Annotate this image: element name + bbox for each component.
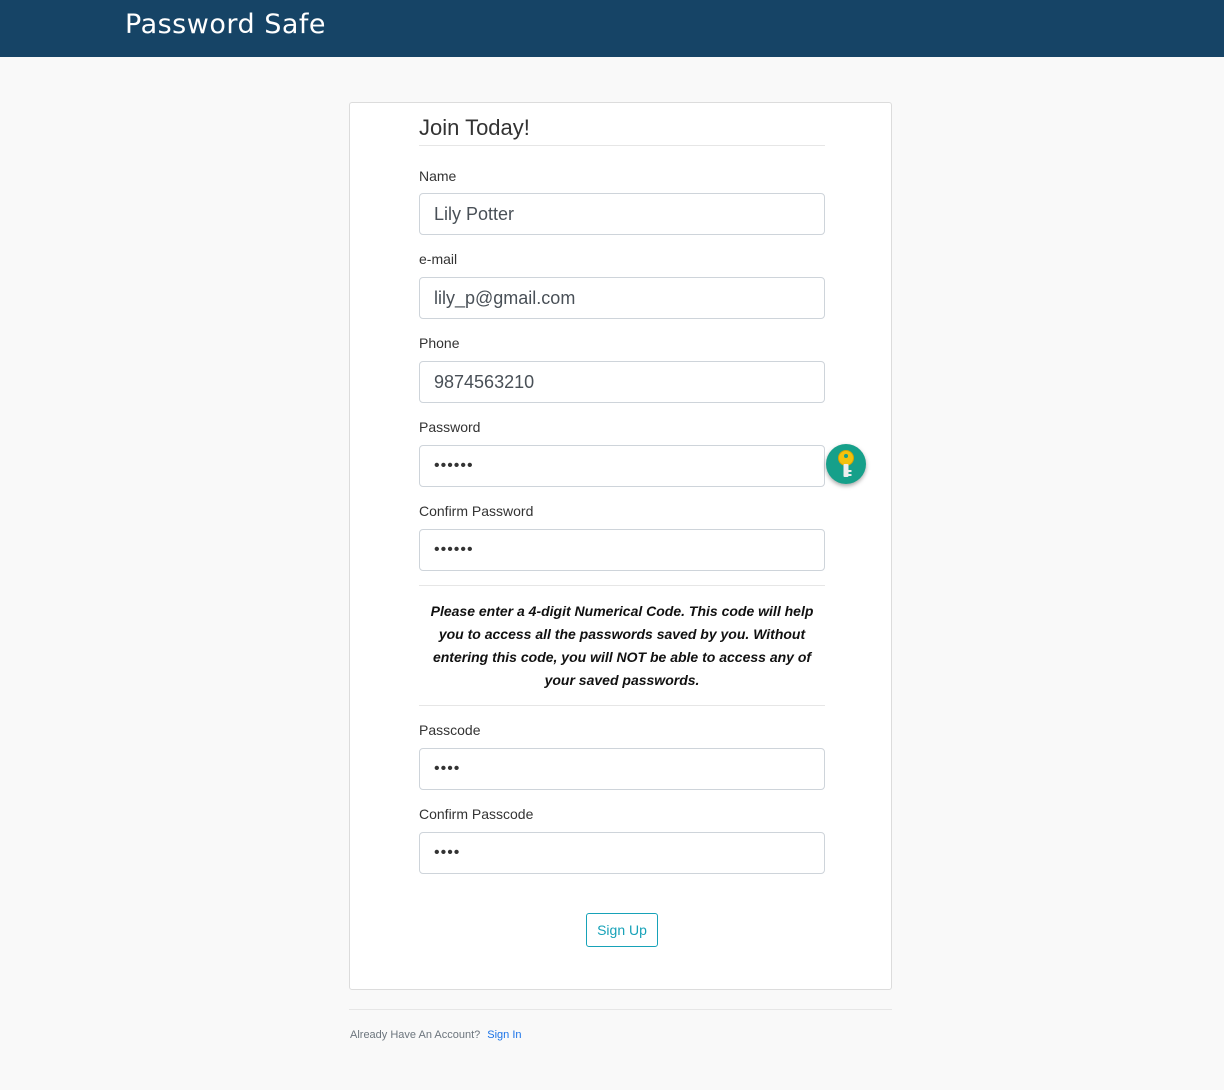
passcode-label: Passcode (419, 722, 481, 738)
phone-input[interactable] (419, 361, 825, 403)
key-icon (838, 450, 854, 477)
sign-up-button[interactable]: Sign Up (586, 913, 658, 947)
name-label: Name (419, 168, 457, 184)
confirm-password-input[interactable] (419, 529, 825, 571)
confirm-password-label: Confirm Password (419, 503, 534, 519)
footer-divider (349, 1009, 892, 1010)
brand-title[interactable]: Password Safe (125, 9, 326, 40)
password-input[interactable] (419, 445, 825, 487)
divider-bottom (419, 705, 825, 706)
confirm-passcode-label: Confirm Passcode (419, 806, 534, 822)
password-label: Password (419, 419, 481, 435)
generate-password-button[interactable] (826, 444, 866, 484)
footer-text: Already Have An Account? (350, 1029, 481, 1041)
passcode-input[interactable] (419, 748, 825, 790)
email-input[interactable] (419, 277, 825, 319)
signup-card: Join Today! Name e-mail Phone Password C… (349, 102, 892, 990)
footer: Already Have An Account? Sign In (350, 1029, 522, 1041)
name-input[interactable] (419, 193, 825, 235)
form-legend: Join Today! (419, 115, 825, 146)
email-label: e-mail (419, 251, 458, 267)
passcode-notice: Please enter a 4-digit Numerical Code. T… (430, 603, 814, 688)
navbar: Password Safe (0, 0, 1224, 57)
confirm-passcode-input[interactable] (419, 832, 825, 874)
sign-in-link[interactable]: Sign In (487, 1029, 521, 1041)
phone-label: Phone (419, 335, 460, 351)
divider-top (419, 585, 825, 586)
